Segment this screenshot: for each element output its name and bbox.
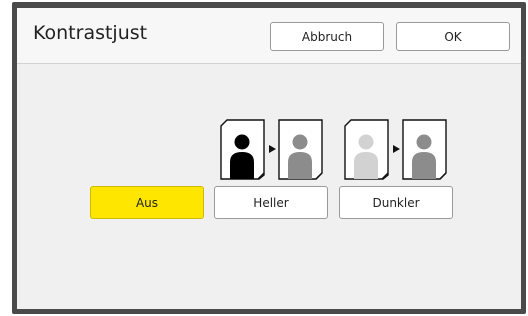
ok-button[interactable]: OK xyxy=(396,22,510,51)
option-dunkler-button[interactable]: Dunkler xyxy=(339,186,453,219)
option-heller-button[interactable]: Heller xyxy=(214,186,328,219)
document-gray-person-icon xyxy=(278,119,323,180)
heller-illustration xyxy=(220,119,323,180)
arrow-right-icon xyxy=(269,145,276,153)
option-aus-button[interactable]: Aus xyxy=(90,186,204,219)
document-lightgray-person-icon xyxy=(344,119,389,180)
document-black-person-icon xyxy=(220,119,265,180)
document-gray-person-icon xyxy=(402,119,447,180)
dialog-header: Kontrastjust Abbruch OK xyxy=(17,8,521,64)
cancel-button[interactable]: Abbruch xyxy=(270,22,384,51)
arrow-right-icon xyxy=(393,145,400,153)
dialog-title: Kontrastjust xyxy=(33,22,148,44)
contrast-dialog: Kontrastjust Abbruch OK Aus Heller Dunkl… xyxy=(17,8,521,309)
dunkler-illustration xyxy=(344,119,447,180)
